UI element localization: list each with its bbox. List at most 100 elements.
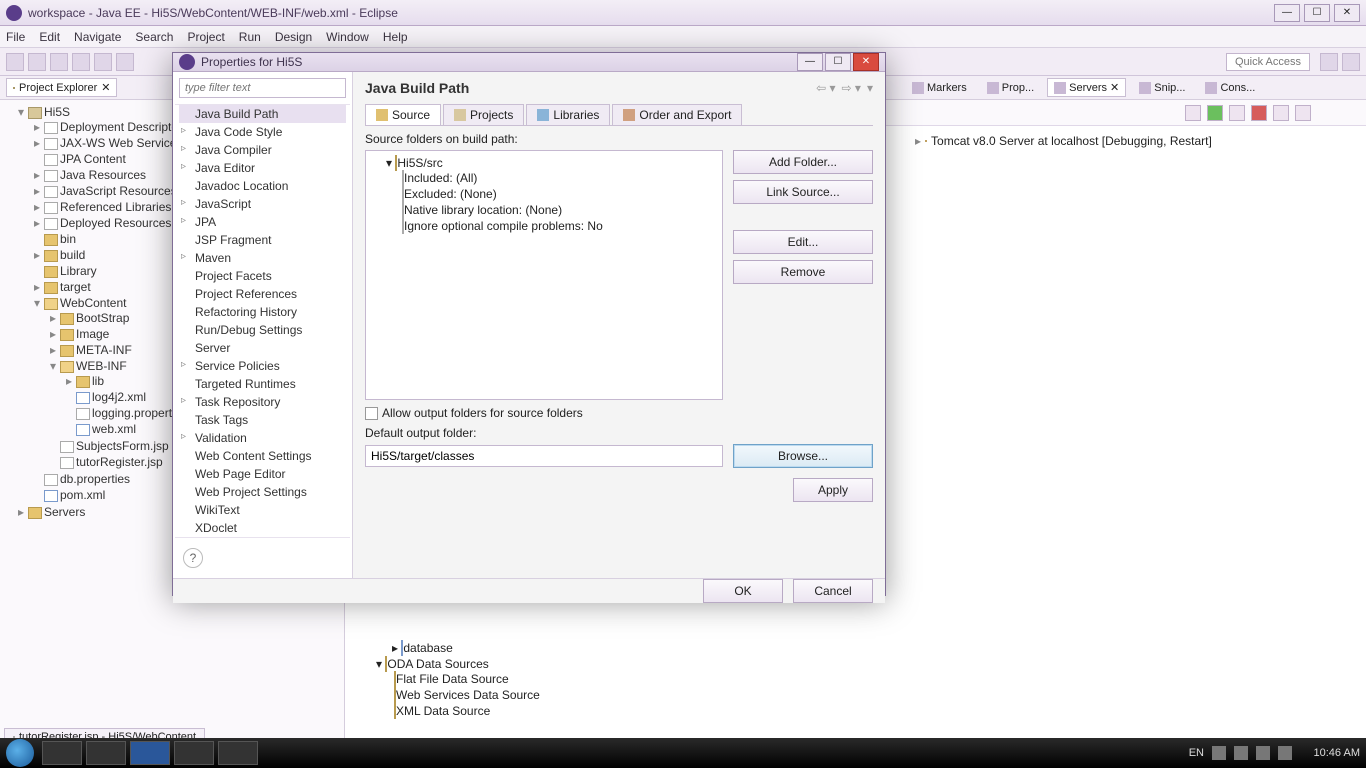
category-java-code-style[interactable]: Java Code Style <box>179 123 346 141</box>
tree-target[interactable]: target <box>60 280 91 294</box>
category-project-references[interactable]: Project References <box>179 285 346 303</box>
server-stop-icon[interactable] <box>1251 105 1267 121</box>
tab-projects[interactable]: Projects <box>443 104 524 125</box>
category-task-tags[interactable]: Task Tags <box>179 411 346 429</box>
tree-reflib[interactable]: Referenced Libraries <box>60 200 171 214</box>
help-icon[interactable]: ? <box>183 548 203 568</box>
tb-run-icon[interactable] <box>94 53 112 71</box>
tab-order-export[interactable]: Order and Export <box>612 104 742 125</box>
menu-edit[interactable]: Edit <box>39 30 60 44</box>
link-source-button[interactable]: Link Source... <box>733 180 873 204</box>
tree-image[interactable]: Image <box>76 327 109 341</box>
server-start-icon[interactable] <box>1207 105 1223 121</box>
remove-button[interactable]: Remove <box>733 260 873 284</box>
tb-saveall-icon[interactable] <box>50 53 68 71</box>
tree-subjects[interactable]: SubjectsForm.jsp <box>76 439 169 453</box>
dialog-minimize-button[interactable]: — <box>797 53 823 71</box>
apply-button[interactable]: Apply <box>793 478 873 502</box>
tree-javares[interactable]: Java Resources <box>60 168 146 182</box>
task-word-icon[interactable] <box>130 741 170 765</box>
dialog-close-button[interactable]: ✕ <box>853 53 879 71</box>
tb-new-icon[interactable] <box>6 53 24 71</box>
ok-button[interactable]: OK <box>703 579 783 603</box>
tree-webinf[interactable]: WEB-INF <box>76 359 127 373</box>
category-targeted-runtimes[interactable]: Targeted Runtimes <box>179 375 346 393</box>
cancel-button[interactable]: Cancel <box>793 579 873 603</box>
tree-dbprop[interactable]: db.properties <box>60 472 130 486</box>
minimize-button[interactable]: — <box>1274 4 1300 22</box>
src-inc[interactable]: Included: (All) <box>404 171 477 185</box>
menu-window[interactable]: Window <box>326 30 369 44</box>
tab-source[interactable]: Source <box>365 104 441 125</box>
tb-save-icon[interactable] <box>28 53 46 71</box>
dialog-maximize-button[interactable]: ☐ <box>825 53 851 71</box>
dt-ws[interactable]: Web Services Data Source <box>396 688 540 702</box>
menu-file[interactable]: File <box>6 30 25 44</box>
tree-webcontent[interactable]: WebContent <box>60 296 127 310</box>
source-folders-tree[interactable]: ▾ Hi5S/src Included: (All) Excluded: (No… <box>365 150 723 400</box>
default-output-input[interactable] <box>365 445 723 467</box>
task-eclipse-icon[interactable] <box>218 741 258 765</box>
tab-properties[interactable]: Prop... <box>980 79 1041 97</box>
category-java-editor[interactable]: Java Editor <box>179 159 346 177</box>
back-icon[interactable]: ⇦ ▾ <box>816 81 835 95</box>
taskbar-clock[interactable]: 10:46 AM <box>1300 747 1360 759</box>
server-row[interactable]: ▸ Tomcat v8.0 Server at localhost [Debug… <box>915 134 1356 148</box>
tab-snippets[interactable]: Snip... <box>1132 79 1192 97</box>
dt-flat[interactable]: Flat File Data Source <box>396 672 509 686</box>
edit-button[interactable]: Edit... <box>733 230 873 254</box>
tab-markers[interactable]: Markers <box>905 79 974 97</box>
menu-run[interactable]: Run <box>239 30 261 44</box>
tab-servers[interactable]: Servers ✕ <box>1047 78 1126 97</box>
category-service-policies[interactable]: Service Policies <box>179 357 346 375</box>
tree-jpa[interactable]: JPA Content <box>60 152 126 166</box>
menu-design[interactable]: Design <box>275 30 312 44</box>
menu-project[interactable]: Project <box>187 30 224 44</box>
tree-metainf[interactable]: META-INF <box>76 343 132 357</box>
tree-log4j2[interactable]: log4j2.xml <box>92 390 146 404</box>
task-firefox-icon[interactable] <box>174 741 214 765</box>
tray-battery-icon[interactable] <box>1212 746 1226 760</box>
filter-input[interactable] <box>179 78 346 98</box>
menu-navigate[interactable]: Navigate <box>74 30 121 44</box>
menu-search[interactable]: Search <box>135 30 173 44</box>
category-web-project-settings[interactable]: Web Project Settings <box>179 483 346 501</box>
tree-webxml[interactable]: web.xml <box>92 422 136 436</box>
category-run-debug-settings[interactable]: Run/Debug Settings <box>179 321 346 339</box>
tree-pom[interactable]: pom.xml <box>60 488 105 502</box>
category-javadoc-location[interactable]: Javadoc Location <box>179 177 346 195</box>
src-ign[interactable]: Ignore optional compile problems: No <box>404 219 603 233</box>
tree-lib[interactable]: lib <box>92 374 104 388</box>
tab-close-icon[interactable]: ✕ <box>1110 81 1119 94</box>
tab-close-icon[interactable]: ✕ <box>101 81 110 94</box>
browse-button[interactable]: Browse... <box>733 444 873 468</box>
tree-bin[interactable]: bin <box>60 232 76 246</box>
category-list[interactable]: Java Build PathJava Code StyleJava Compi… <box>175 104 350 538</box>
perspective-other-icon[interactable] <box>1342 53 1360 71</box>
task-chrome-icon[interactable] <box>86 741 126 765</box>
maximize-button[interactable]: ☐ <box>1304 4 1330 22</box>
category-xdoclet[interactable]: XDoclet <box>179 519 346 537</box>
tree-tutorreg[interactable]: tutorRegister.jsp <box>76 455 163 469</box>
tree-bootstrap[interactable]: BootStrap <box>76 311 129 325</box>
menu-icon[interactable]: ▾ <box>867 81 873 95</box>
src-nat[interactable]: Native library location: (None) <box>404 203 562 217</box>
tray-network-icon[interactable] <box>1234 746 1248 760</box>
src-root[interactable]: Hi5S/src <box>397 156 442 170</box>
lang-indicator[interactable]: EN <box>1189 747 1204 759</box>
tree-jax[interactable]: JAX-WS Web Services <box>60 136 182 150</box>
category-jsp-fragment[interactable]: JSP Fragment <box>179 231 346 249</box>
category-wikitext[interactable]: WikiText <box>179 501 346 519</box>
dt-database[interactable]: database <box>403 641 452 655</box>
tree-jsres[interactable]: JavaScript Resources <box>60 184 177 198</box>
tb-debug-icon[interactable] <box>72 53 90 71</box>
close-button[interactable]: ✕ <box>1334 4 1360 22</box>
tray-flag-icon[interactable] <box>1278 746 1292 760</box>
server-publish-icon[interactable] <box>1273 105 1289 121</box>
tree-servers[interactable]: Servers <box>44 505 85 519</box>
tab-console[interactable]: Cons... <box>1198 79 1262 97</box>
tray-sound-icon[interactable] <box>1256 746 1270 760</box>
category-maven[interactable]: Maven <box>179 249 346 267</box>
tb-more-icon[interactable] <box>116 53 134 71</box>
project-explorer-tab[interactable]: Project Explorer ✕ <box>6 78 117 97</box>
